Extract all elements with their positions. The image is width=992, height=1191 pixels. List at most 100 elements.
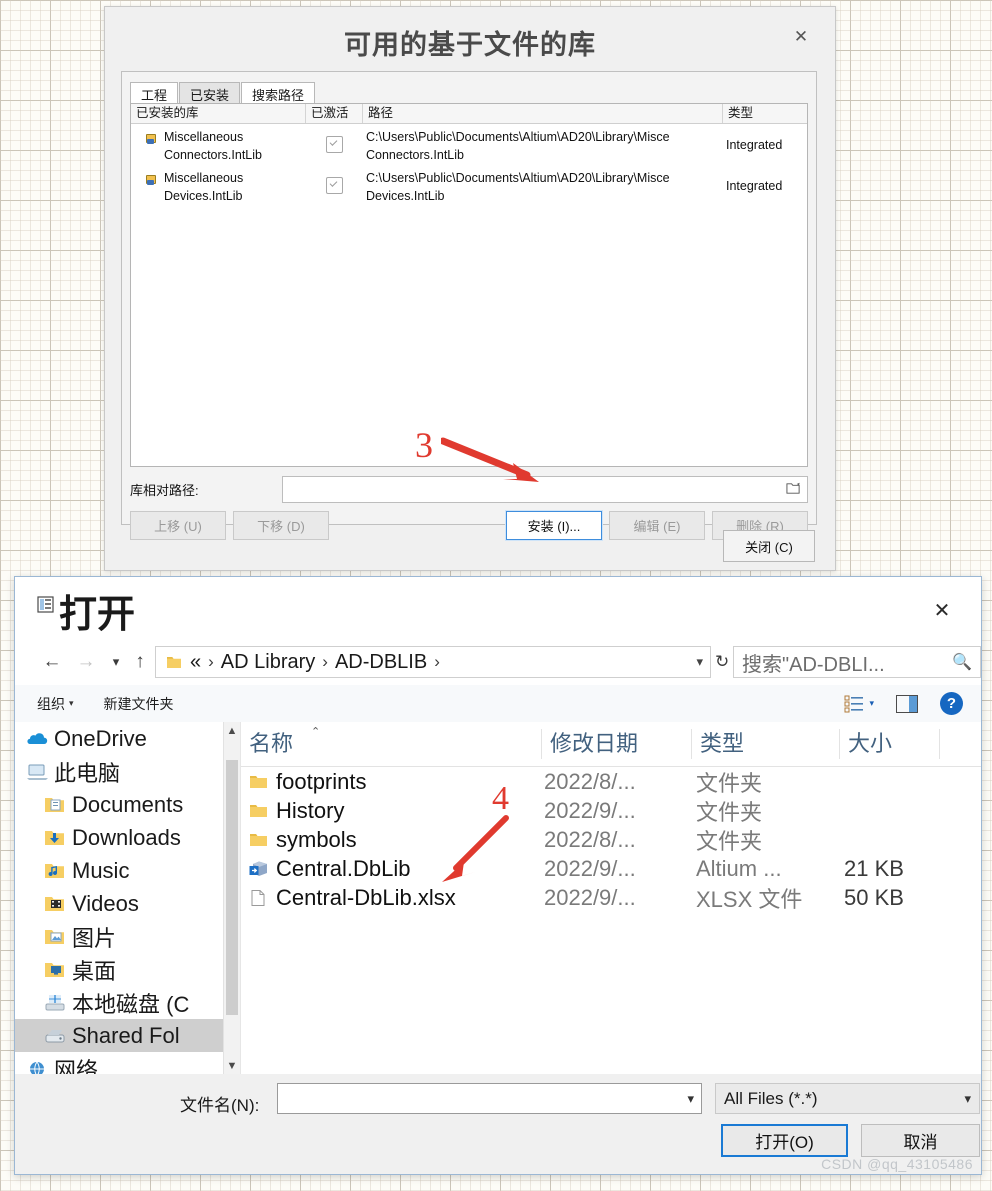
breadcrumb-separator: ›: [434, 652, 440, 671]
library-name: Miscellaneous Connectors.IntLib: [164, 130, 262, 162]
file-type: XLSX 文件: [696, 886, 803, 912]
view-list-icon[interactable]: [844, 695, 864, 713]
computer-icon: [27, 764, 48, 780]
breadcrumb-root[interactable]: «: [190, 651, 201, 674]
chevron-down-icon[interactable]: ▾: [687, 1091, 694, 1107]
breadcrumb-separator: ›: [208, 652, 214, 671]
sidebar-item-local-disk[interactable]: 本地磁盘 (C: [15, 986, 223, 1019]
table-header: 已安装的库 已激活 路径 类型: [131, 104, 807, 124]
chevron-down-icon: ▾: [69, 698, 74, 708]
annotation-step-3: 3: [415, 425, 433, 465]
watermark: CSDN @qq_43105486: [821, 1156, 973, 1172]
cancel-button[interactable]: 取消: [861, 1124, 980, 1157]
sidebar-item-videos[interactable]: Videos: [15, 887, 223, 920]
new-folder-button[interactable]: 新建文件夹: [104, 694, 174, 714]
sidebar-item-onedrive[interactable]: OneDrive: [15, 722, 223, 755]
library-name-cell: Miscellaneous Connectors.IntLib: [131, 124, 306, 165]
activated-checkbox[interactable]: [326, 177, 343, 194]
file-type: 文件夹: [696, 770, 763, 796]
sidebar-item-network[interactable]: 网络: [15, 1052, 223, 1074]
folder-videos-icon: [45, 896, 64, 911]
folder-desktop-icon: [45, 962, 64, 977]
sidebar-item-this-pc[interactable]: 此电脑: [15, 755, 223, 788]
file-name: footprints: [276, 768, 367, 794]
file-type: 文件夹: [696, 799, 763, 825]
folder-icon: [250, 775, 267, 788]
refresh-icon[interactable]: ↻: [715, 652, 729, 672]
open-button[interactable]: 打开(O): [721, 1124, 848, 1157]
open-dialog-bottom-bar: 文件名(N): ▾ All Files (*.*) ▾ 打开(O) 取消 CSD…: [15, 1074, 981, 1174]
preview-pane-icon[interactable]: [896, 694, 918, 713]
search-input[interactable]: 搜索"AD-DBLI... 🔍: [733, 646, 981, 678]
column-header-library[interactable]: 已安装的库: [131, 104, 306, 123]
annotation-arrow-3: [441, 437, 539, 482]
chevron-down-icon[interactable]: ▾: [964, 1091, 971, 1107]
column-header-size[interactable]: 大小: [840, 729, 940, 759]
help-icon[interactable]: ?: [940, 692, 963, 715]
list-item[interactable]: History 2022/9/... 文件夹: [241, 796, 981, 825]
installed-libraries-panel: 已安装的库 已激活 路径 类型 Miscellaneous Connectors…: [130, 103, 808, 467]
column-header-path[interactable]: 路径: [363, 104, 723, 123]
list-item[interactable]: Central.DbLib 2022/9/... Altium ... 21 K…: [241, 854, 981, 883]
breadcrumb[interactable]: « › AD Library › AD-DBLIB › ▾: [155, 646, 711, 678]
column-header-name[interactable]: 名称: [241, 729, 542, 759]
sidebar-item-label: 本地磁盘 (C: [72, 991, 190, 1017]
activated-checkbox[interactable]: [326, 136, 343, 153]
arrow-left-icon[interactable]: ←: [39, 649, 65, 675]
annotation-arrow-4: [442, 815, 509, 882]
file-date: 2022/9/...: [544, 855, 636, 881]
sidebar-item-shared-folders[interactable]: Shared Fol: [15, 1019, 223, 1052]
sidebar-item-documents[interactable]: Documents: [15, 788, 223, 821]
column-header-date[interactable]: 修改日期: [542, 729, 692, 759]
sidebar-item-desktop[interactable]: 桌面: [15, 953, 223, 986]
folder-music-icon: [45, 863, 64, 878]
file-date: 2022/9/...: [544, 884, 636, 910]
file-date: 2022/8/...: [544, 826, 636, 852]
folder-icon: [250, 804, 267, 817]
library-name-cell: Miscellaneous Devices.IntLib: [131, 165, 306, 206]
breadcrumb-separator: ›: [322, 652, 328, 671]
organize-button[interactable]: 组织 ▾: [37, 694, 74, 714]
file-name: Central.DbLib: [276, 855, 411, 881]
file-type-filter-select[interactable]: All Files (*.*) ▾: [715, 1083, 980, 1114]
chevron-down-icon[interactable]: ▾: [696, 654, 703, 670]
search-icon: 🔍: [952, 654, 972, 671]
breadcrumb-ad-dblib[interactable]: AD-DBLIB: [335, 651, 427, 674]
chevron-down-icon[interactable]: ▾: [869, 698, 874, 709]
arrow-up-icon[interactable]: ↑: [127, 649, 153, 675]
scroll-down-icon[interactable]: ▼: [224, 1057, 240, 1074]
sidebar-item-pictures[interactable]: 图片: [15, 920, 223, 953]
sidebar-item-label: 此电脑: [54, 760, 121, 786]
file-name: symbols: [276, 826, 357, 852]
sidebar-item-music[interactable]: Music: [15, 854, 223, 887]
close-button[interactable]: 关闭 (C): [723, 530, 815, 562]
sidebar-scrollbar[interactable]: ▲ ▼: [223, 722, 240, 1074]
file-name: Central-DbLib.xlsx: [276, 884, 456, 910]
scrollbar-thumb[interactable]: [226, 760, 238, 1015]
filter-value: All Files (*.*): [724, 1088, 818, 1108]
breadcrumb-ad-library[interactable]: AD Library: [221, 651, 315, 674]
scroll-up-icon[interactable]: ▲: [224, 722, 240, 739]
list-item[interactable]: symbols 2022/8/... 文件夹: [241, 825, 981, 854]
folder-icon: [250, 833, 267, 846]
column-header-activated[interactable]: 已激活: [306, 104, 363, 123]
dialog-footer: 关闭 (C): [105, 524, 835, 570]
folder-pictures-icon: [45, 929, 64, 944]
library-icon: [145, 130, 160, 145]
arrow-right-icon[interactable]: →: [73, 649, 99, 675]
table-row[interactable]: Miscellaneous Connectors.IntLib C:\Users…: [131, 124, 807, 165]
filename-input[interactable]: ▾: [277, 1083, 702, 1114]
folder-browse-icon[interactable]: [786, 481, 801, 496]
window-icon: [37, 596, 54, 613]
sidebar-item-downloads[interactable]: Downloads: [15, 821, 223, 854]
close-icon[interactable]: ✕: [929, 597, 955, 623]
list-item[interactable]: footprints 2022/8/... 文件夹: [241, 767, 981, 796]
chevron-down-icon[interactable]: ▾: [103, 649, 129, 675]
list-item[interactable]: Central-DbLib.xlsx 2022/9/... XLSX 文件 50…: [241, 883, 981, 912]
file-list-pane: ⌃ 名称 修改日期 类型 大小 footprints 2022/8/... 文件…: [240, 722, 981, 1074]
table-row[interactable]: Miscellaneous Devices.IntLib C:\Users\Pu…: [131, 165, 807, 206]
close-icon[interactable]: ✕: [789, 25, 813, 49]
column-header-type[interactable]: 类型: [723, 104, 807, 123]
column-header-type[interactable]: 类型: [692, 729, 840, 759]
sidebar-item-label: OneDrive: [54, 725, 147, 751]
